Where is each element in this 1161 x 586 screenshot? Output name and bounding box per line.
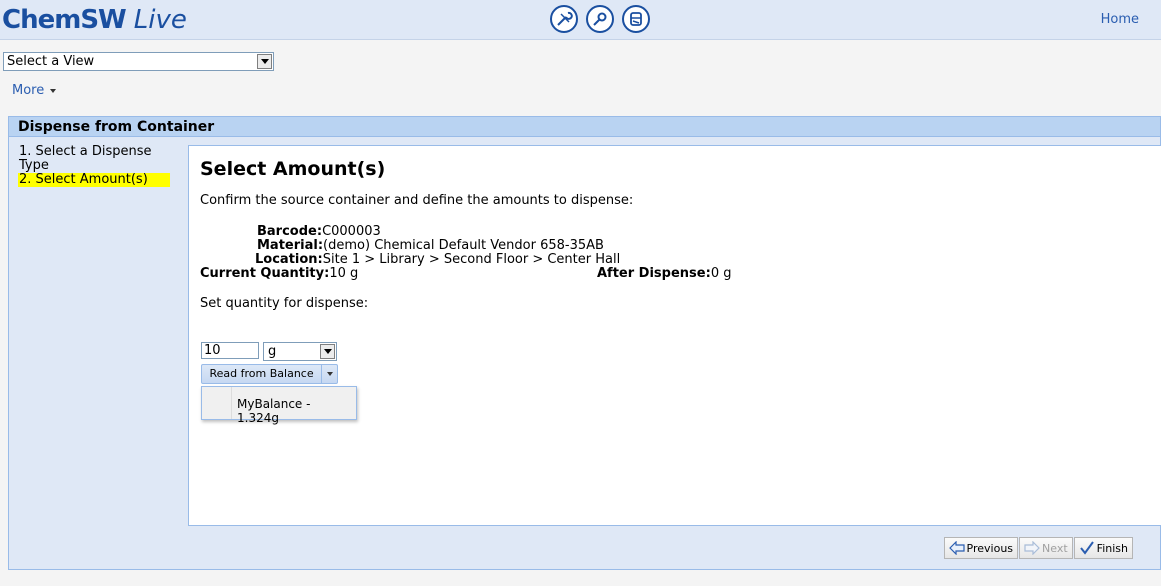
- instructions-text: Confirm the source container and define …: [200, 193, 634, 208]
- material-label: Material:: [257, 238, 324, 253]
- app-header: ChemSW Live Home: [0, 0, 1161, 40]
- location-value: Site 1 > Library > Second Floor > Center…: [322, 252, 621, 267]
- current-quantity-value: 10 g: [329, 266, 359, 281]
- more-label: More: [12, 83, 45, 98]
- home-link[interactable]: Home: [1101, 12, 1139, 27]
- material-value: (demo) Chemical Default Vendor 658-35AB: [323, 238, 604, 253]
- arrow-left-icon: [948, 541, 965, 555]
- logo-text-chemsw: ChemSW: [2, 5, 127, 35]
- checkmark-icon: [1079, 541, 1094, 555]
- tools-icon[interactable]: [550, 5, 578, 33]
- read-from-balance-label: Read from Balance: [209, 367, 314, 380]
- more-menu[interactable]: More: [12, 83, 57, 98]
- wizard-step-2[interactable]: 2. Select Amount(s): [18, 173, 170, 187]
- previous-button[interactable]: Previous: [943, 537, 1019, 559]
- wizard-content: Select Amount(s) Confirm the source cont…: [188, 145, 1161, 526]
- container-icon[interactable]: [622, 5, 650, 33]
- after-dispense-value: 0 g: [710, 266, 732, 281]
- view-select[interactable]: Select a View: [3, 52, 274, 71]
- unit-select-value: g: [268, 344, 277, 359]
- wizard-step-list: 1. Select a Dispense Type 2. Select Amou…: [18, 145, 170, 187]
- barcode-field: Barcode:C000003: [257, 224, 381, 239]
- balance-menu-item[interactable]: MyBalance - 1.324g: [237, 397, 356, 425]
- current-quantity-field: Current Quantity:10 g: [200, 266, 358, 281]
- unit-select[interactable]: g: [263, 342, 337, 361]
- dispense-wizard: Dispense from Container 1. Select a Disp…: [8, 116, 1161, 570]
- after-dispense-label: After Dispense:: [597, 266, 711, 281]
- split-arrow-icon[interactable]: [321, 365, 337, 383]
- header-icon-bar: [550, 5, 650, 33]
- search-key-icon[interactable]: [586, 5, 614, 33]
- location-label: Location:: [255, 252, 323, 267]
- after-dispense-field: After Dispense:0 g: [597, 266, 731, 281]
- location-field: Location:Site 1 > Library > Second Floor…: [255, 252, 620, 267]
- set-quantity-label: Set quantity for dispense:: [200, 296, 369, 311]
- step-heading: Select Amount(s): [200, 158, 386, 180]
- wizard-footer-buttons: Previous Next Finish: [943, 537, 1133, 559]
- chevron-down-icon[interactable]: [320, 344, 335, 359]
- balance-menu: MyBalance - 1.324g: [201, 386, 357, 425]
- current-quantity-label: Current Quantity:: [200, 266, 330, 281]
- barcode-value: C000003: [322, 224, 381, 239]
- next-button[interactable]: Next: [1019, 537, 1073, 559]
- quantity-input[interactable]: 10: [201, 342, 259, 359]
- chevron-down-icon[interactable]: [257, 54, 272, 69]
- wizard-title: Dispense from Container: [9, 117, 1160, 137]
- read-from-balance-button[interactable]: Read from Balance: [201, 364, 338, 384]
- barcode-label: Barcode:: [257, 224, 323, 239]
- chemsw-live-logo[interactable]: ChemSW Live: [0, 0, 187, 40]
- material-field: Material:(demo) Chemical Default Vendor …: [257, 238, 604, 253]
- finish-button[interactable]: Finish: [1073, 537, 1133, 559]
- menu-icon-gutter: [202, 387, 232, 419]
- caret-down-icon: [50, 88, 57, 93]
- logo-text-live: Live: [133, 5, 187, 35]
- arrow-right-icon: [1024, 541, 1040, 555]
- view-toolbar: Select a View More: [0, 41, 1161, 116]
- finish-label: Finish: [1096, 541, 1128, 555]
- wizard-step-1[interactable]: 1. Select a Dispense Type: [18, 145, 170, 173]
- previous-label: Previous: [966, 541, 1014, 555]
- next-label: Next: [1042, 541, 1068, 555]
- view-select-value: Select a View: [7, 54, 95, 69]
